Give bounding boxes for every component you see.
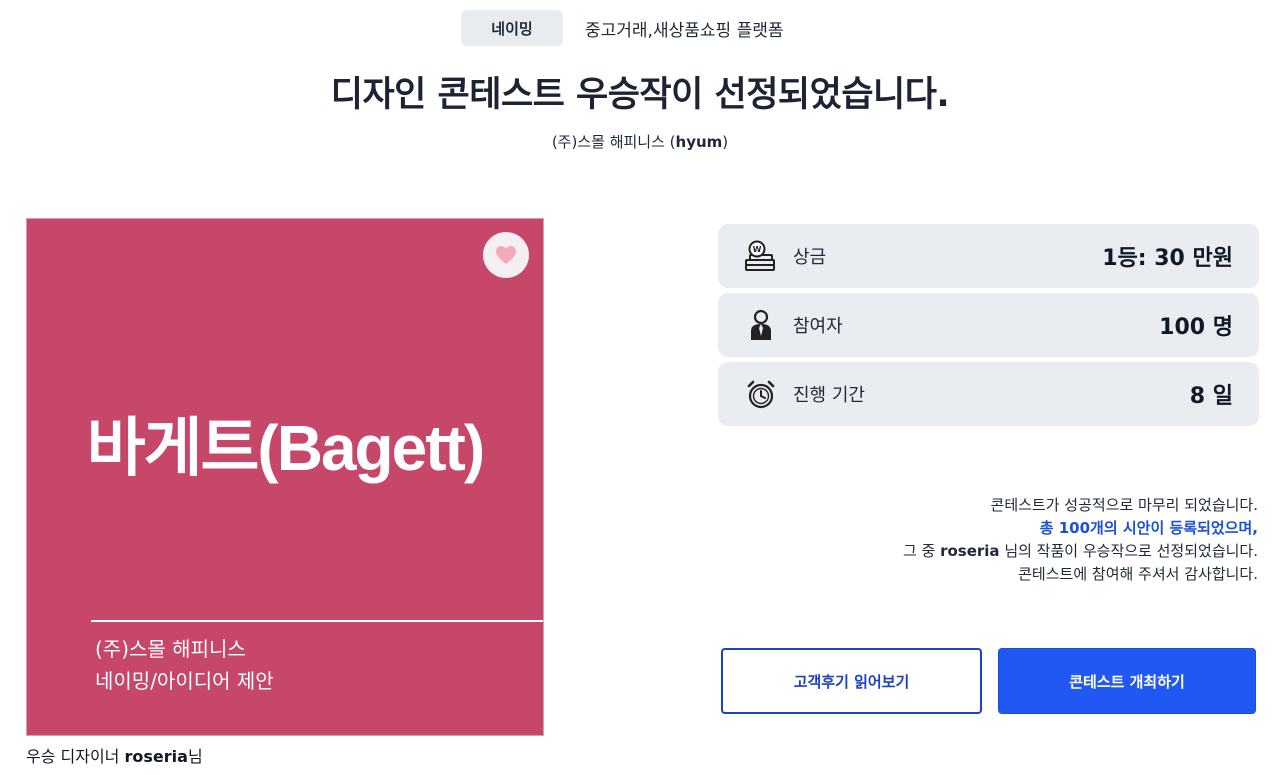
category-description: 중고거래,새상품쇼핑 플랫폼 xyxy=(585,20,784,41)
stat-prize: W 상금 1등: 30 만원 xyxy=(718,224,1259,288)
stat-value: 100 명 xyxy=(1159,315,1233,340)
result-message-line2: 총 100개의 시안이 등록되었으며, xyxy=(1039,519,1258,537)
winning-name: 바게트(Bagett) xyxy=(86,412,485,484)
money-stack-icon: W xyxy=(745,240,775,271)
person-icon xyxy=(751,309,771,340)
category-row: 네이밍 중고거래,새상품쇼핑 플랫폼 xyxy=(0,10,1280,46)
winner-caption-prefix: 우승 디자이너 xyxy=(26,747,125,766)
page-title: 디자인 콘테스트 우승작이 선정되었습니다. xyxy=(330,75,950,115)
stat-participants: 참여자 100 명 xyxy=(718,293,1259,357)
alarm-clock-icon xyxy=(747,380,775,409)
contest-result-page: 네이밍 중고거래,새상품쇼핑 플랫폼 디자인 콘테스트 우승작이 선정되었습니다… xyxy=(0,0,1280,775)
winner-caption: 우승 디자이너 roseria님 xyxy=(26,743,203,767)
result-message-designer: roseria xyxy=(940,542,1000,560)
host-contest-button[interactable]: 콘테스트 개최하기 xyxy=(998,648,1256,714)
svg-text:W: W xyxy=(753,245,762,254)
result-message-line1: 콘테스트가 성공적으로 마무리 되었습니다. xyxy=(990,496,1258,514)
heart-icon xyxy=(496,246,516,265)
like-button[interactable] xyxy=(483,232,529,278)
stat-label: 진행 기간 xyxy=(793,385,865,406)
winner-caption-suffix: 님 xyxy=(187,747,203,766)
result-message-prefix: 그 중 xyxy=(902,542,941,560)
card-subtitle: 네이밍/아이디어 제안 xyxy=(95,669,274,693)
stat-value: 1등: 30 만원 xyxy=(1102,246,1233,271)
stat-label: 참여자 xyxy=(793,316,843,337)
result-message-suffix: 님의 작품이 우승작으로 선정되었습니다. xyxy=(999,542,1258,560)
result-message-line4: 콘테스트에 참여해 주셔서 감사합니다. xyxy=(1018,565,1258,583)
stat-label: 상금 xyxy=(793,247,827,268)
result-message-line3: 그 중 roseria 님의 작품이 우승작으로 선정되었습니다. xyxy=(903,540,1258,561)
winner-designer-name[interactable]: roseria xyxy=(125,747,188,766)
card-divider xyxy=(91,620,543,622)
stat-duration: 진행 기간 8 일 xyxy=(718,362,1259,426)
winning-entry-card[interactable]: 바게트(Bagett) (주)스몰 해피니스 네이밍/아이디어 제안 xyxy=(26,218,544,736)
card-company: (주)스몰 해피니스 xyxy=(95,637,246,661)
read-reviews-button[interactable]: 고객후기 읽어보기 xyxy=(721,648,982,714)
company-name: (주)스몰 해피니스 ( xyxy=(551,133,676,151)
stat-value: 8 일 xyxy=(1189,384,1233,409)
category-badge[interactable]: 네이밍 xyxy=(461,10,563,46)
company-line: (주)스몰 해피니스 (hyum) xyxy=(0,131,1280,152)
company-user-id: hyum xyxy=(675,133,723,151)
company-suffix: ) xyxy=(722,133,729,151)
